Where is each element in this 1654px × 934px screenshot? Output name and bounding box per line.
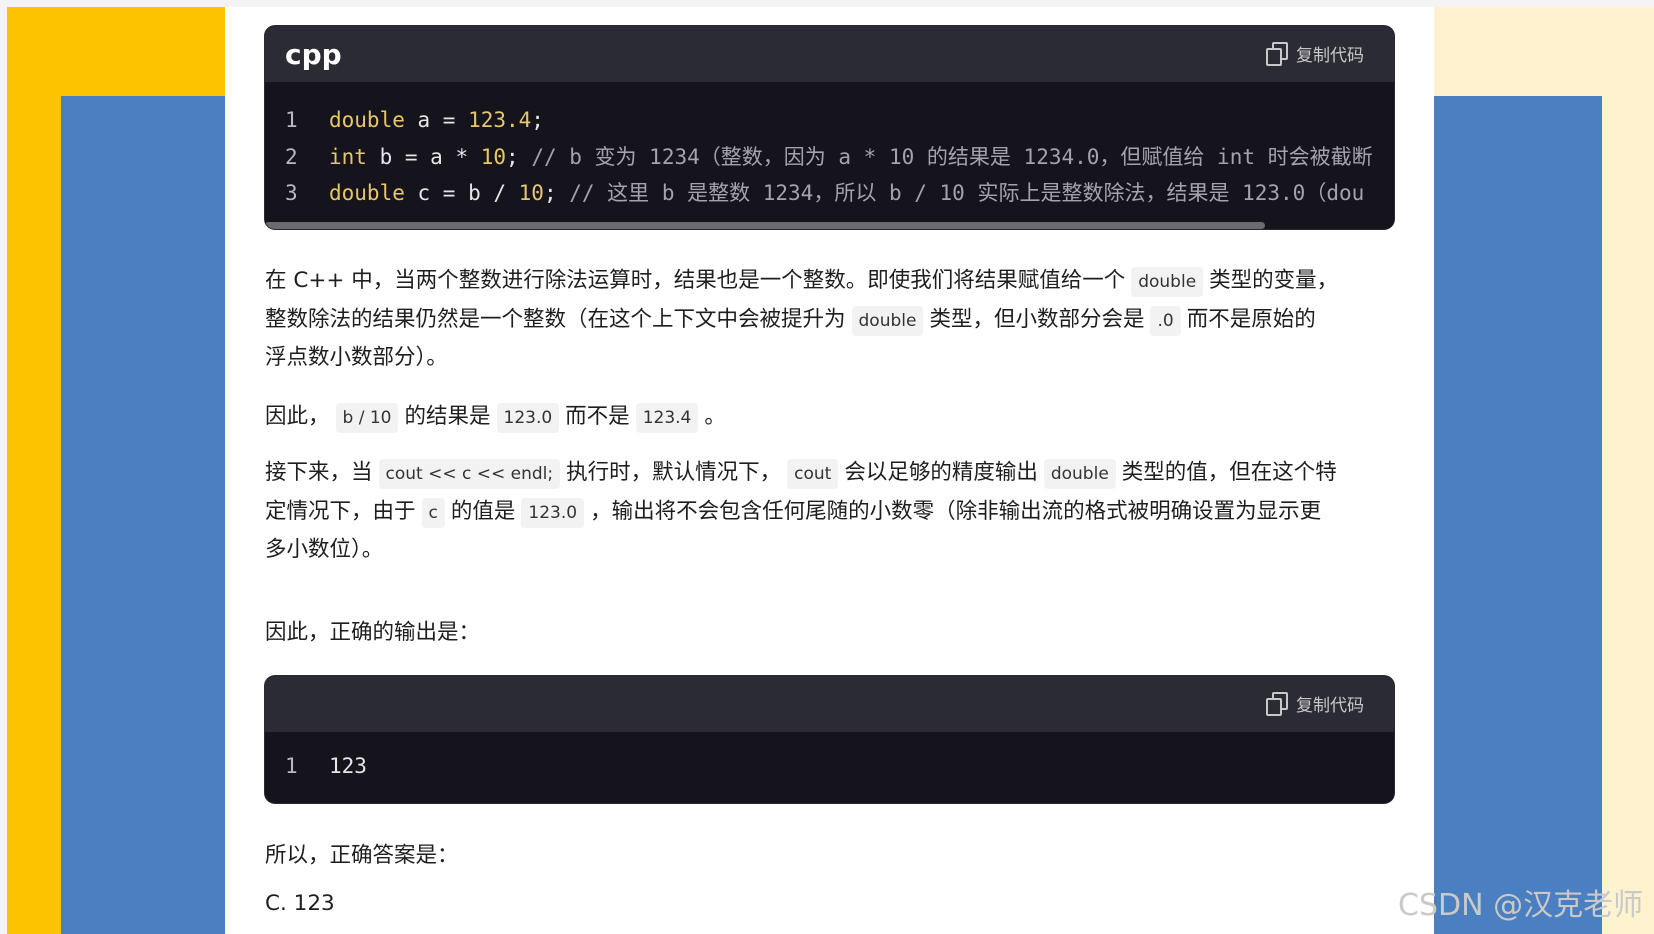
text-span: 因此， xyxy=(265,404,330,429)
copy-icon xyxy=(1266,42,1288,66)
watermark: CSDN @汉克老师 xyxy=(1398,888,1644,923)
inline-code: cout << c << endl; xyxy=(378,459,561,489)
line-number: 2 xyxy=(285,144,298,169)
code-language-label: cpp xyxy=(285,38,342,71)
text-span: 类型的变量， xyxy=(1209,268,1339,293)
code-line: 1 123 xyxy=(265,748,1394,785)
code-line: 3 double c = b / 10; // 这里 b 是整数 1234，所以 … xyxy=(265,175,1394,212)
paragraph-line: 浮点数小数部分）。 xyxy=(265,345,448,370)
code-block-output: 复制代码 1 123 xyxy=(265,676,1394,803)
text-span: 而不是 xyxy=(565,404,630,429)
text-span: 整数除法的结果仍然是一个整数（在这个上下文中会被提升为 xyxy=(265,306,846,332)
line-number: 1 xyxy=(285,754,298,778)
code-body: 1 double a = 123.4; 2 int b = a * 10; // b … xyxy=(265,82,1394,212)
code-body: 1 123 xyxy=(265,732,1394,785)
text-span: 会以足够的精度输出 xyxy=(844,460,1038,485)
explanation-paragraph-3: 接下来，当 cout << c << endl; 执行时，默认情况下， cout 会以足… xyxy=(265,454,1395,570)
background-blue-panel-left xyxy=(61,96,225,934)
paragraph-line: 整数除法的结果仍然是一个整数（在这个上下文中会被提升为 double 类型，但小数部… xyxy=(265,301,1395,340)
code-token: 123.4 xyxy=(468,108,532,132)
code-token: c = b / xyxy=(404,181,519,205)
inline-code: .0 xyxy=(1150,305,1181,336)
inline-code: double xyxy=(1043,459,1116,489)
copy-code-button[interactable]: 复制代码 xyxy=(1266,690,1364,716)
code-line: 2 int b = a * 10; // b 变为 1234（整数，因为 a * … xyxy=(265,139,1394,176)
text-span: 而不是原始的 xyxy=(1186,306,1316,332)
text-span: 类型的值，但在这个特 xyxy=(1121,460,1337,485)
inline-code: 123.0 xyxy=(521,497,585,528)
explanation-paragraph-4: 因此，正确的输出是： xyxy=(265,620,481,645)
horizontal-scrollbar[interactable] xyxy=(265,222,1394,229)
text-span: 。 xyxy=(704,404,726,429)
code-token: 10 xyxy=(518,181,544,205)
copy-icon xyxy=(1266,692,1288,716)
text-span: 的值是 xyxy=(450,498,516,524)
code-token: int xyxy=(329,144,367,169)
text-span: 的结果是 xyxy=(404,404,491,429)
paragraph-line: 定情况下，由于 c 的值是 123.0 ，输出将不会包含任何尾随的小数零（除非输出流的格… xyxy=(265,493,1395,532)
code-token: a = xyxy=(404,108,469,132)
background-blue-panel-right xyxy=(1434,96,1602,934)
code-block-cpp: cpp 复制代码 1 double a = 123.4; 2 int b = a * … xyxy=(265,26,1394,229)
inline-code: double xyxy=(1131,267,1204,297)
explanation-paragraph-2: 因此， b / 10 的结果是 123.0 而不是 123.4。 xyxy=(265,398,1395,437)
code-token: // b 变为 1234（整数，因为 a * 10 的结果是 1234.0，但赋… xyxy=(531,144,1373,169)
code-token: ; xyxy=(506,144,532,169)
code-token: ; xyxy=(531,108,544,132)
code-token: ; xyxy=(543,181,570,205)
text-span: 定情况下，由于 xyxy=(265,498,416,524)
code-token: double xyxy=(329,181,405,205)
inline-code: 123.4 xyxy=(635,403,699,433)
code-token: b = a * xyxy=(366,144,481,169)
code-header: cpp 复制代码 xyxy=(265,26,1394,82)
paragraph-line: 接下来，当 cout << c << endl; 执行时，默认情况下， cout 会以足… xyxy=(265,454,1395,493)
text-span: 接下来，当 xyxy=(265,460,373,485)
answer-value: C. 123 xyxy=(265,891,335,916)
inline-code: c xyxy=(421,497,445,528)
scrollbar-thumb[interactable] xyxy=(265,222,1265,229)
explanation-paragraph-1: 在 C++ 中，当两个整数进行除法运算时，结果也是一个整数。即使我们将结果赋值给… xyxy=(265,262,1395,378)
code-line: 1 double a = 123.4; xyxy=(265,102,1394,139)
line-number: 3 xyxy=(285,181,298,205)
article-content: cpp 复制代码 1 double a = 123.4; 2 int b = a * … xyxy=(225,7,1434,934)
paragraph-line: 多小数位）。 xyxy=(265,537,384,562)
inline-code: double xyxy=(851,305,924,336)
code-token: 10 xyxy=(480,144,507,169)
inline-code: cout xyxy=(787,459,839,489)
code-text: 123 xyxy=(329,754,367,778)
line-number: 1 xyxy=(285,108,298,132)
answer-label: 所以，正确答案是： xyxy=(265,843,459,868)
text-span: 类型，但小数部分会是 xyxy=(929,306,1145,332)
copy-code-label: 复制代码 xyxy=(1296,45,1364,66)
text-span: 执行时，默认情况下， xyxy=(566,460,782,485)
copy-code-label: 复制代码 xyxy=(1296,695,1364,716)
paragraph-line: 在 C++ 中，当两个整数进行除法运算时，结果也是一个整数。即使我们将结果赋值给… xyxy=(265,262,1395,301)
code-token: // 这里 b 是整数 1234，所以 b / 10 实际上是整数除法，结果是 … xyxy=(569,181,1365,205)
inline-code: 123.0 xyxy=(496,403,560,433)
code-header: 复制代码 xyxy=(265,676,1394,732)
code-token: double xyxy=(329,108,405,132)
inline-code: b / 10 xyxy=(335,403,399,433)
text-span: ，输出将不会包含任何尾随的小数零（除非输出流的格式被明确设置为显示更 xyxy=(590,498,1322,524)
text-span: 在 C++ 中，当两个整数进行除法运算时，结果也是一个整数。即使我们将结果赋值给… xyxy=(265,268,1126,293)
copy-code-button[interactable]: 复制代码 xyxy=(1266,40,1364,66)
